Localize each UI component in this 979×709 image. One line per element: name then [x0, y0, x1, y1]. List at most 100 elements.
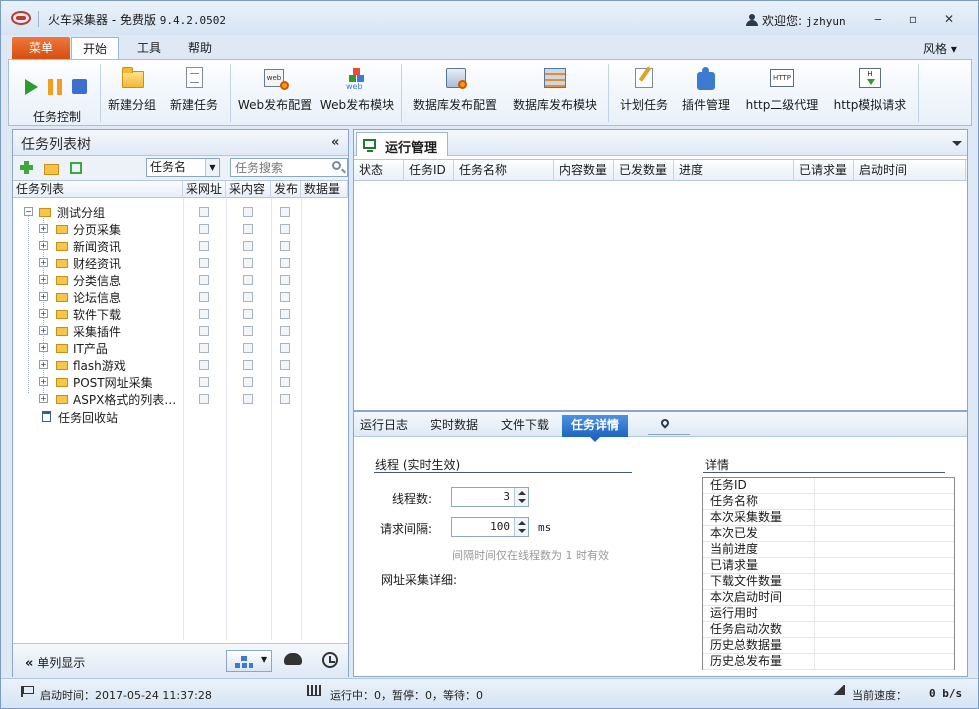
add-icon[interactable]	[20, 161, 33, 174]
publish-checkbox[interactable]	[280, 309, 290, 319]
interval-stepper[interactable]: 100	[451, 517, 529, 537]
collect-content-checkbox[interactable]	[243, 360, 253, 370]
column-status[interactable]: 状态	[354, 160, 404, 181]
collect-content-checkbox[interactable]	[243, 292, 253, 302]
plugin-manager-button[interactable]: 插件管理	[678, 64, 734, 122]
clock-icon[interactable]	[322, 652, 338, 668]
tab-run-log[interactable]: 运行日志	[358, 415, 410, 437]
publish-checkbox[interactable]	[280, 224, 290, 234]
http-request-button[interactable]: H http模拟请求	[829, 64, 911, 122]
search-icon[interactable]	[332, 161, 341, 170]
expand-node-icon[interactable]: +	[39, 224, 48, 233]
publish-checkbox[interactable]	[280, 326, 290, 336]
collect-url-checkbox[interactable]	[199, 207, 209, 217]
collect-url-checkbox[interactable]	[199, 377, 209, 387]
publish-checkbox[interactable]	[280, 258, 290, 268]
web-publish-module-button[interactable]: web Web发布模块	[319, 64, 395, 122]
close-button[interactable]: ✕	[941, 13, 957, 27]
new-group-button[interactable]: 新建分组	[105, 64, 159, 122]
tab-start[interactable]: 开始	[71, 37, 119, 59]
expand-node-icon[interactable]: +	[39, 326, 48, 335]
collect-content-checkbox[interactable]	[243, 275, 253, 285]
tab-file-download[interactable]: 文件下载	[497, 415, 553, 437]
tree-group-item[interactable]: + 论坛信息	[13, 288, 348, 305]
restore-button[interactable]: ▫	[905, 13, 921, 27]
db-publish-config-button[interactable]: 数据库发布配置	[408, 64, 502, 122]
minimize-button[interactable]: ‒	[870, 13, 886, 27]
column-content-count[interactable]: 内容数量	[554, 160, 614, 181]
collect-url-checkbox[interactable]	[199, 241, 209, 251]
collect-content-checkbox[interactable]	[243, 394, 253, 404]
expand-node-icon[interactable]: +	[39, 241, 48, 250]
panel-menu-chevron-icon[interactable]	[952, 141, 962, 146]
collect-content-checkbox[interactable]	[243, 377, 253, 387]
column-task-id[interactable]: 任务ID	[404, 160, 454, 181]
tab-help[interactable]: 帮助	[176, 37, 224, 59]
stop-icon[interactable]	[72, 79, 87, 94]
column-start-time[interactable]: 启动时间	[854, 160, 966, 181]
pin-icon[interactable]	[659, 417, 671, 429]
expand-node-icon[interactable]: +	[39, 343, 48, 352]
expand-node-icon[interactable]: +	[39, 360, 48, 369]
style-button[interactable]: 风格 ▾	[923, 40, 957, 57]
tree-group-item[interactable]: + 软件下载	[13, 305, 348, 322]
column-task-list[interactable]: 任务列表	[13, 181, 183, 198]
collect-url-checkbox[interactable]	[199, 343, 209, 353]
collect-content-checkbox[interactable]	[243, 326, 253, 336]
task-search-input[interactable]	[230, 158, 348, 177]
column-collect-content[interactable]: 采内容	[226, 181, 271, 198]
collect-url-checkbox[interactable]	[199, 326, 209, 336]
start-icon[interactable]	[25, 79, 38, 95]
collect-url-checkbox[interactable]	[199, 394, 209, 404]
publish-checkbox[interactable]	[280, 343, 290, 353]
pause-icon[interactable]	[48, 79, 62, 95]
collect-content-checkbox[interactable]	[243, 224, 253, 234]
collect-content-checkbox[interactable]	[243, 207, 253, 217]
collect-url-checkbox[interactable]	[199, 275, 209, 285]
column-published-count[interactable]: 已发数量	[614, 160, 674, 181]
collect-url-checkbox[interactable]	[199, 309, 209, 319]
expand-node-icon[interactable]: +	[39, 292, 48, 301]
tab-run-management[interactable]: 运行管理	[356, 132, 448, 156]
column-collect-url[interactable]: 采网址	[183, 181, 226, 198]
thread-count-stepper[interactable]: 3	[451, 487, 529, 507]
expand-node-icon[interactable]: +	[39, 377, 48, 386]
column-task-name[interactable]: 任务名称	[454, 160, 554, 181]
column-publish[interactable]: 发布	[271, 181, 301, 198]
tab-realtime-data[interactable]: 实时数据	[426, 415, 482, 437]
collect-url-checkbox[interactable]	[199, 258, 209, 268]
tree-view-button[interactable]: ▼	[226, 650, 272, 672]
web-publish-config-button[interactable]: web Web发布配置	[237, 64, 313, 122]
column-requested[interactable]: 已请求量	[794, 160, 854, 181]
publish-checkbox[interactable]	[280, 377, 290, 387]
tree-group-item[interactable]: + 分页采集	[13, 220, 348, 237]
tab-tools[interactable]: 工具	[125, 37, 173, 59]
single-column-toggle[interactable]: « 单列显示	[25, 654, 85, 671]
scheduled-task-button[interactable]: 计划任务	[616, 64, 672, 122]
collapse-node-icon[interactable]: −	[24, 207, 33, 216]
expand-all-icon[interactable]	[70, 162, 82, 174]
publish-checkbox[interactable]	[280, 275, 290, 285]
publish-checkbox[interactable]	[280, 241, 290, 251]
spin-arrows-icon[interactable]	[514, 488, 528, 506]
http-proxy-button[interactable]: HTTP http二级代理	[742, 64, 822, 122]
column-progress[interactable]: 进度	[674, 160, 794, 181]
publish-checkbox[interactable]	[280, 292, 290, 302]
tree-group-item[interactable]: + 财经资讯	[13, 254, 348, 271]
cloud-icon[interactable]	[284, 653, 302, 665]
expand-node-icon[interactable]: +	[39, 394, 48, 403]
publish-checkbox[interactable]	[280, 394, 290, 404]
expand-node-icon[interactable]: +	[39, 309, 48, 318]
collect-content-checkbox[interactable]	[243, 241, 253, 251]
column-data-count[interactable]: 数据量	[301, 181, 348, 198]
tab-task-details[interactable]: 任务详情	[562, 415, 628, 442]
tree-group-item[interactable]: + 新闻资讯	[13, 237, 348, 254]
collect-url-checkbox[interactable]	[199, 292, 209, 302]
main-menu-button[interactable]: 菜单	[12, 37, 70, 59]
expand-node-icon[interactable]: +	[39, 275, 48, 284]
new-task-button[interactable]: 新建任务	[167, 64, 221, 122]
tree-group-item[interactable]: + 分类信息	[13, 271, 348, 288]
search-field-select[interactable]: 任务名 ▼	[146, 158, 220, 177]
recycle-bin-item[interactable]: 任务回收站	[13, 408, 348, 425]
db-publish-module-button[interactable]: 数据库发布模块	[508, 64, 602, 122]
